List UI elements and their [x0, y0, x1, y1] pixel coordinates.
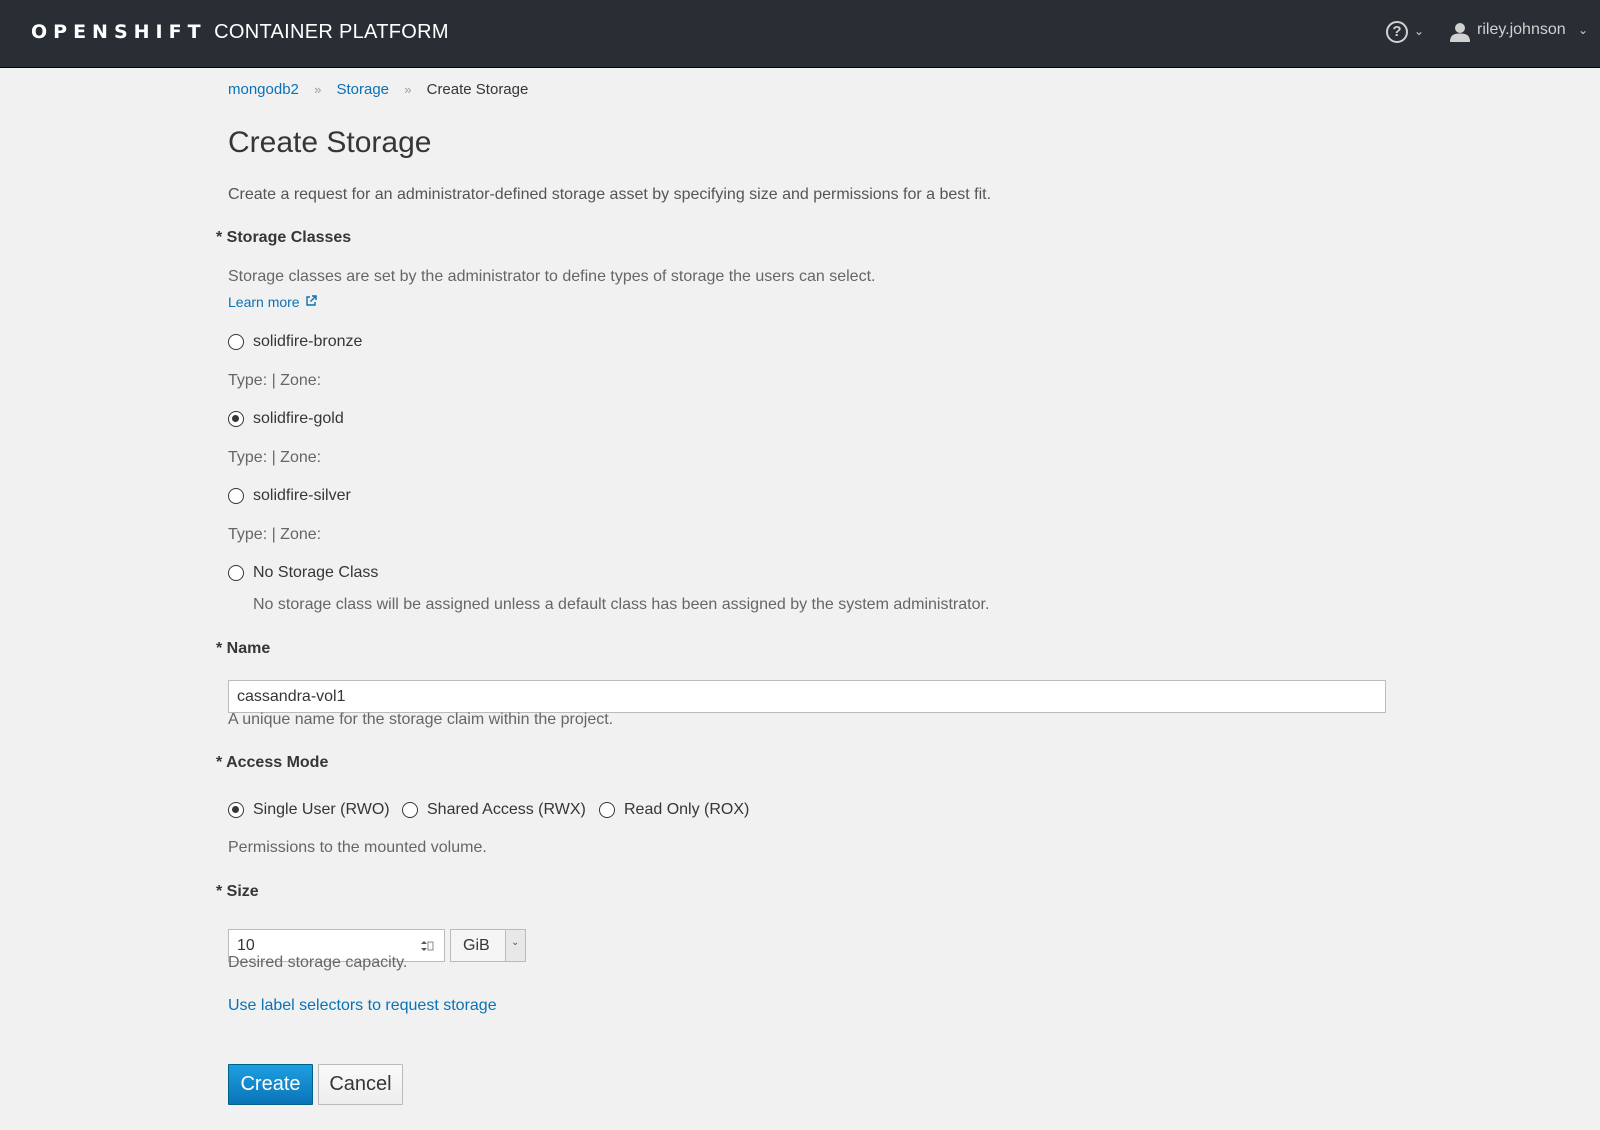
size-unit-select[interactable]: GiB ⌄ [450, 929, 526, 962]
storage-class-radio-gold[interactable]: solidfire-gold [228, 410, 344, 428]
breadcrumb-current: Create Storage [426, 81, 529, 98]
breadcrumb-separator-icon: » [404, 82, 412, 97]
access-mode-radio-rwo[interactable]: Single User (RWO) [228, 801, 390, 819]
size-help: Desired storage capacity. [228, 954, 408, 971]
storage-classes-label: * Storage Classes [216, 229, 352, 246]
storage-class-meta: Type: | Zone: [228, 449, 322, 466]
brand-subtitle: CONTAINER PLATFORM [214, 21, 449, 43]
breadcrumb-separator-icon: » [314, 82, 322, 97]
storage-classes-help: Storage classes are set by the administr… [228, 268, 876, 285]
access-mode-label: * Access Mode [216, 754, 329, 771]
size-unit-value: GiB [463, 937, 490, 954]
storage-class-label: solidfire-bronze [253, 333, 363, 350]
storage-class-radio-silver[interactable]: solidfire-silver [228, 487, 351, 505]
page-intro: Create a request for an administrator-de… [228, 186, 992, 203]
name-help: A unique name for the storage claim with… [228, 711, 614, 728]
label-selectors-link[interactable]: Use label selectors to request storage [228, 997, 497, 1015]
create-button[interactable]: Create [228, 1064, 313, 1105]
learn-more-link[interactable]: Learn more [228, 294, 318, 310]
chevron-down-icon: ⌄ [1578, 23, 1589, 37]
radio-selected-icon [228, 411, 244, 427]
radio-circle-icon [228, 488, 244, 504]
access-mode-help: Permissions to the mounted volume. [228, 839, 487, 856]
cancel-button[interactable]: Cancel [318, 1064, 403, 1105]
user-name: riley.johnson [1477, 21, 1566, 38]
number-spinner-icon[interactable] [418, 940, 434, 952]
learn-more-label: Learn more [228, 294, 300, 310]
brand-name: OPENSHIFT [31, 21, 207, 43]
select-toggle[interactable]: ⌄ [505, 930, 525, 961]
no-storage-class-help: No storage class will be assigned unless… [253, 596, 990, 613]
page-title: Create Storage [228, 126, 432, 159]
radio-circle-icon [228, 334, 244, 350]
radio-circle-icon [599, 802, 615, 818]
name-label: * Name [216, 640, 271, 657]
size-label: * Size [216, 883, 259, 900]
storage-class-meta: Type: | Zone: [228, 372, 322, 389]
access-mode-option-label: Single User (RWO) [253, 801, 390, 818]
brand-logo[interactable]: OPENSHIFT CONTAINER PLATFORM [31, 20, 449, 44]
access-mode-radio-rwx[interactable]: Shared Access (RWX) [402, 801, 586, 819]
external-link-icon [306, 295, 318, 306]
radio-selected-icon [228, 802, 244, 818]
storage-class-radio-none[interactable]: No Storage Class [228, 564, 378, 582]
storage-class-label: solidfire-gold [253, 410, 344, 427]
storage-class-radio-bronze[interactable]: solidfire-bronze [228, 333, 362, 351]
storage-class-meta: Type: | Zone: [228, 526, 322, 543]
access-mode-option-label: Shared Access (RWX) [427, 801, 586, 818]
radio-circle-icon [228, 565, 244, 581]
access-mode-radio-rox[interactable]: Read Only (ROX) [599, 801, 749, 819]
chevron-down-icon: ⌄ [511, 937, 520, 948]
breadcrumb-storage[interactable]: Storage [336, 81, 389, 98]
chevron-down-icon: ⌄ [1414, 24, 1425, 38]
breadcrumb: mongodb2 » Storage » Create Storage [228, 81, 528, 98]
storage-class-label: No Storage Class [253, 564, 379, 581]
masthead: OPENSHIFT CONTAINER PLATFORM ? ⌄ riley.j… [0, 0, 1600, 68]
storage-class-label: solidfire-silver [253, 487, 351, 504]
name-input[interactable]: cassandra-vol1 [228, 680, 1386, 713]
help-menu[interactable]: ? ⌄ [1386, 21, 1430, 47]
question-circle-icon: ? [1386, 21, 1408, 43]
access-mode-option-label: Read Only (ROX) [624, 801, 750, 818]
user-icon [1450, 23, 1470, 42]
radio-circle-icon [402, 802, 418, 818]
breadcrumb-project[interactable]: mongodb2 [228, 81, 299, 98]
